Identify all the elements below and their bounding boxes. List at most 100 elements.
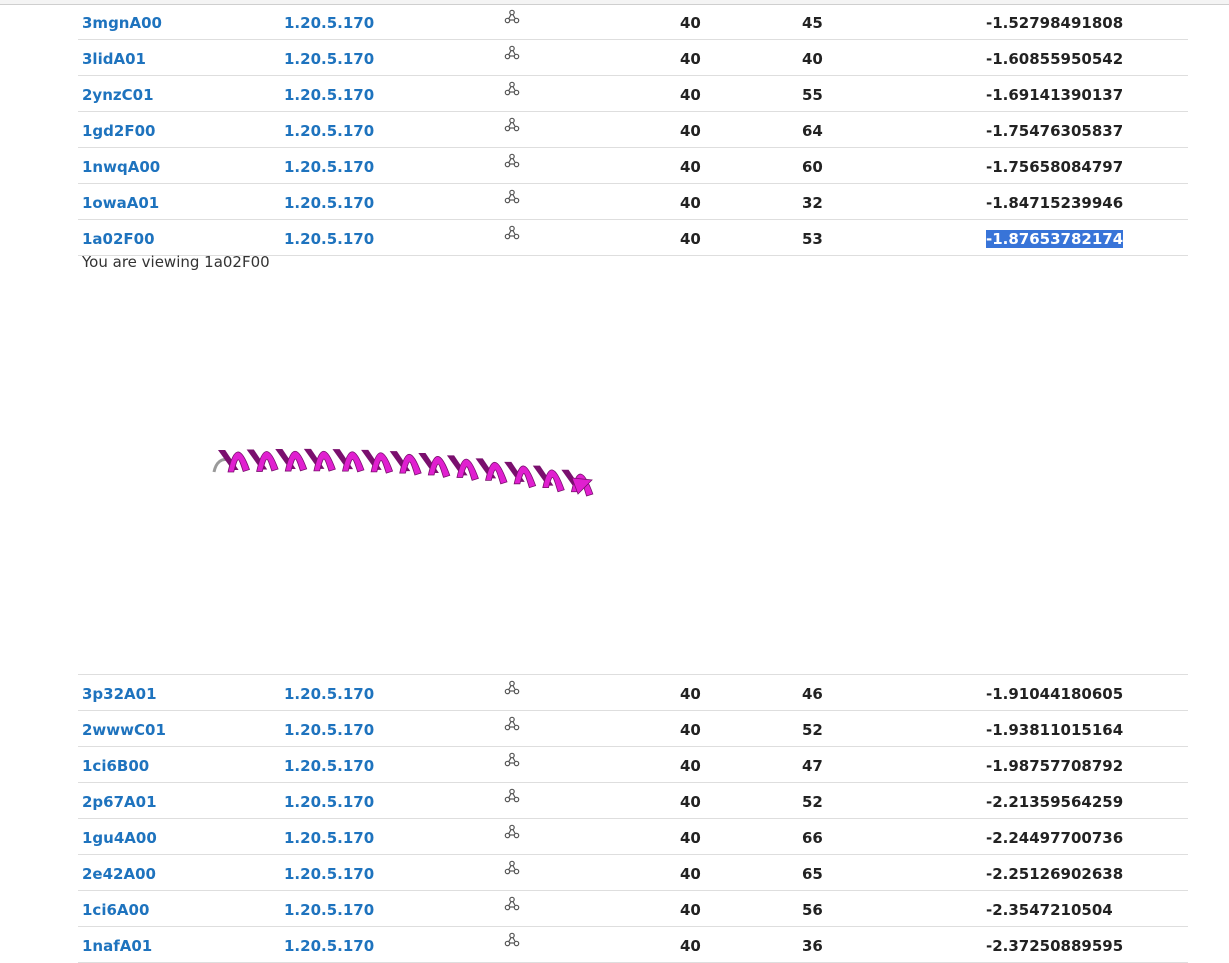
class-link[interactable]: 1.20.5.170 <box>284 937 374 955</box>
molecule-icon[interactable] <box>504 225 520 241</box>
molecule-icon[interactable] <box>504 9 520 25</box>
molecule-icon[interactable] <box>504 932 520 948</box>
value-a: 40 <box>680 50 701 68</box>
value-b: 55 <box>802 86 823 104</box>
class-link[interactable]: 1.20.5.170 <box>284 14 374 32</box>
domain-link[interactable]: 1owaA01 <box>82 194 159 212</box>
score: -1.75658084797 <box>986 158 1124 176</box>
table-row: 1nafA01 1.20.5.170 40 36 -2.37250889595 <box>78 927 1188 963</box>
alpha-helix <box>212 448 594 497</box>
value-a: 40 <box>680 194 701 212</box>
class-link[interactable]: 1.20.5.170 <box>284 829 374 847</box>
class-link[interactable]: 1.20.5.170 <box>284 50 374 68</box>
molecule-icon[interactable] <box>504 153 520 169</box>
value-a: 40 <box>680 158 701 176</box>
score: -2.37250889595 <box>986 937 1124 955</box>
class-link[interactable]: 1.20.5.170 <box>284 158 374 176</box>
value-b: 53 <box>802 230 823 248</box>
molecule-icon[interactable] <box>504 81 520 97</box>
value-b: 45 <box>802 14 823 32</box>
table-row: 2p67A01 1.20.5.170 40 52 -2.21359564259 <box>78 783 1188 819</box>
score: -1.93811015164 <box>986 721 1124 739</box>
class-link[interactable]: 1.20.5.170 <box>284 86 374 104</box>
molecule-icon[interactable] <box>504 752 520 768</box>
structure-viewer[interactable] <box>78 276 1188 674</box>
score: -1.52798491808 <box>986 14 1124 32</box>
value-b: 52 <box>802 721 823 739</box>
value-b: 65 <box>802 865 823 883</box>
molecule-icon[interactable] <box>504 45 520 61</box>
value-a: 40 <box>680 685 701 703</box>
domain-link[interactable]: 2p67A01 <box>82 793 157 811</box>
value-a: 40 <box>680 757 701 775</box>
table-row: 1ci6A00 1.20.5.170 40 56 -2.3547210504 <box>78 891 1188 927</box>
value-b: 60 <box>802 158 823 176</box>
value-b: 32 <box>802 194 823 212</box>
table-row: 1ci6B00 1.20.5.170 40 47 -1.98757708792 <box>78 747 1188 783</box>
domain-link[interactable]: 2wwwC01 <box>82 721 166 739</box>
class-link[interactable]: 1.20.5.170 <box>284 122 374 140</box>
molecule-icon[interactable] <box>504 860 520 876</box>
value-b: 64 <box>802 122 823 140</box>
domain-link[interactable]: 3mgnA00 <box>82 14 162 32</box>
class-link[interactable]: 1.20.5.170 <box>284 901 374 919</box>
table-row: 3lidA01 1.20.5.170 40 40 -1.60855950542 <box>78 40 1188 76</box>
molecule-icon[interactable] <box>504 189 520 205</box>
class-link[interactable]: 1.20.5.170 <box>284 194 374 212</box>
value-b: 40 <box>802 50 823 68</box>
value-a: 40 <box>680 14 701 32</box>
score: -1.69141390137 <box>986 86 1124 104</box>
value-b: 56 <box>802 901 823 919</box>
domain-link[interactable]: 1gd2F00 <box>82 122 155 140</box>
domain-link[interactable]: 1ci6B00 <box>82 757 149 775</box>
class-link[interactable]: 1.20.5.170 <box>284 793 374 811</box>
class-link[interactable]: 1.20.5.170 <box>284 757 374 775</box>
domain-link[interactable]: 3lidA01 <box>82 50 146 68</box>
value-b: 46 <box>802 685 823 703</box>
table-row: 1gu4A00 1.20.5.170 40 66 -2.24497700736 <box>78 819 1188 855</box>
value-b: 36 <box>802 937 823 955</box>
value-a: 40 <box>680 793 701 811</box>
domain-link[interactable]: 2e42A00 <box>82 865 156 883</box>
table-row: 2wwwC01 1.20.5.170 40 52 -1.93811015164 <box>78 711 1188 747</box>
results-table-top: 3mgnA00 1.20.5.170 40 45 -1.52798491808 … <box>78 4 1188 256</box>
value-a: 40 <box>680 865 701 883</box>
molecule-icon[interactable] <box>504 824 520 840</box>
value-b: 66 <box>802 829 823 847</box>
class-link[interactable]: 1.20.5.170 <box>284 230 374 248</box>
score-selected-text: -1.87653782174 <box>986 230 1124 248</box>
domain-link[interactable]: 1ci6A00 <box>82 901 149 919</box>
value-a: 40 <box>680 901 701 919</box>
value-b: 52 <box>802 793 823 811</box>
value-a: 40 <box>680 230 701 248</box>
protein-helix-render <box>212 448 594 497</box>
class-link[interactable]: 1.20.5.170 <box>284 865 374 883</box>
value-a: 40 <box>680 829 701 847</box>
domain-link[interactable]: 1a02F00 <box>82 230 155 248</box>
class-link[interactable]: 1.20.5.170 <box>284 721 374 739</box>
score: -1.84715239946 <box>986 194 1124 212</box>
table-row: 3p32A01 1.20.5.170 40 46 -1.91044180605 <box>78 675 1188 711</box>
value-a: 40 <box>680 122 701 140</box>
domain-link[interactable]: 1nwqA00 <box>82 158 160 176</box>
molecule-icon[interactable] <box>504 788 520 804</box>
molecule-icon[interactable] <box>504 117 520 133</box>
table-row-selected: 1a02F00 1.20.5.170 40 53 -1.87653782174 <box>78 220 1188 256</box>
domain-link[interactable]: 2ynzC01 <box>82 86 154 104</box>
table-row: 2e42A00 1.20.5.170 40 65 -2.25126902638 <box>78 855 1188 891</box>
score: -1.75476305837 <box>986 122 1124 140</box>
domain-link[interactable]: 1gu4A00 <box>82 829 157 847</box>
score: -2.21359564259 <box>986 793 1124 811</box>
domain-link[interactable]: 1nafA01 <box>82 937 152 955</box>
molecule-icon[interactable] <box>504 896 520 912</box>
table-row: 2ynzC01 1.20.5.170 40 55 -1.69141390137 <box>78 76 1188 112</box>
score: -1.60855950542 <box>986 50 1124 68</box>
value-b: 47 <box>802 757 823 775</box>
results-table-bottom: 3p32A01 1.20.5.170 40 46 -1.91044180605 … <box>78 674 1188 963</box>
domain-link[interactable]: 3p32A01 <box>82 685 157 703</box>
value-a: 40 <box>680 86 701 104</box>
score: -2.25126902638 <box>986 865 1124 883</box>
molecule-icon[interactable] <box>504 716 520 732</box>
class-link[interactable]: 1.20.5.170 <box>284 685 374 703</box>
molecule-icon[interactable] <box>504 680 520 696</box>
